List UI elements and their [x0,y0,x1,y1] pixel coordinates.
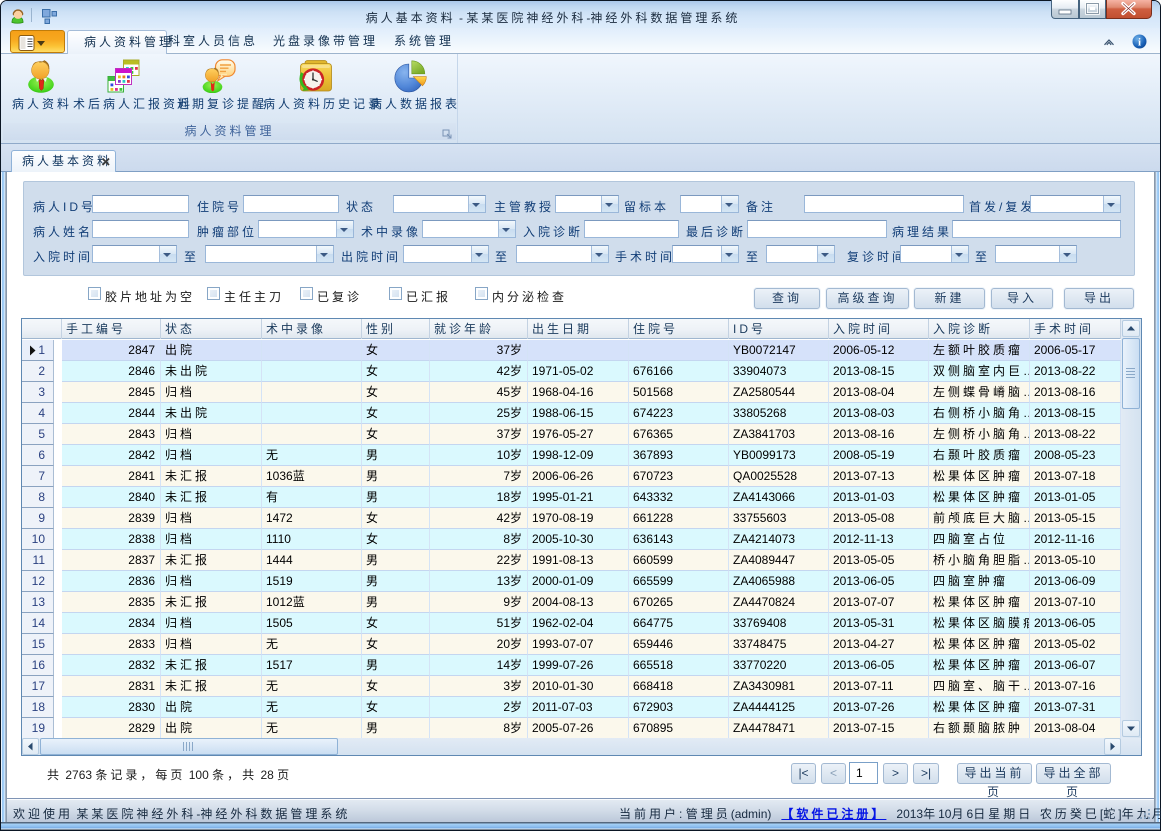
svg-text:i: i [1138,36,1141,48]
